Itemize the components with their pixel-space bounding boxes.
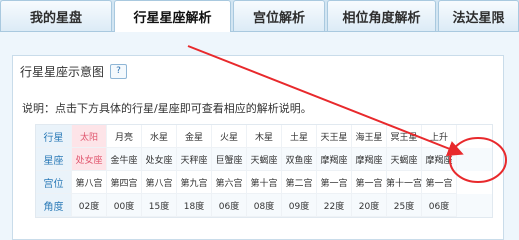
- degree-cell: 20度: [352, 194, 387, 217]
- degree-cell: 00度: [107, 194, 142, 217]
- sign-cell[interactable]: 金牛座: [107, 148, 142, 171]
- planet-cell[interactable]: 土星: [282, 125, 317, 148]
- degree-cell: 18度: [177, 194, 212, 217]
- house-cell[interactable]: 第六宫: [212, 171, 247, 194]
- house-cell[interactable]: 第一宫: [317, 171, 352, 194]
- house-row: 宫位 第八宫 第四宫 第八宫 第九宫 第六宫 第十宫 第二宫 第一宫 第一宫 第…: [36, 171, 492, 194]
- sign-cell[interactable]: 处女座: [142, 148, 177, 171]
- degree-row: 角度 02度 00度 15度 18度 06度 08度 09度 22度 20度 2…: [36, 194, 492, 217]
- degree-cell: 02度: [72, 194, 107, 217]
- panel-title: 行星星座示意图 ?: [20, 63, 128, 80]
- planet-cell[interactable]: 月亮: [107, 125, 142, 148]
- house-cell[interactable]: 第八宫: [142, 171, 177, 194]
- planet-cell[interactable]: 太阳: [72, 125, 107, 148]
- degree-cell: 08度: [247, 194, 282, 217]
- house-cell[interactable]: 第八宫: [72, 171, 107, 194]
- panel-title-text: 行星星座示意图: [20, 65, 105, 79]
- tab-house-analysis[interactable]: 宫位解析: [233, 0, 325, 31]
- planet-cell[interactable]: 冥王星: [387, 125, 422, 148]
- house-cell[interactable]: 第二宫: [282, 171, 317, 194]
- degree-cell: 06度: [422, 194, 457, 217]
- help-icon[interactable]: ?: [110, 64, 128, 79]
- description-text: 说明：点击下方具体的行星/星座即可查看相应的解析说明。: [22, 102, 312, 115]
- tab-bar: 我的星盘 行星星座解析 宫位解析 相位角度解析 法达星限: [0, 0, 519, 32]
- house-cell[interactable]: 第一宫: [422, 171, 457, 194]
- degree-cell: 09度: [282, 194, 317, 217]
- planet-row: 行星 太阳 月亮 水星 金星 火星 木星 土星 天王星 海王星 冥王星 上升: [36, 125, 492, 148]
- row-header-planet: 行星: [36, 125, 72, 148]
- sign-cell[interactable]: 处女座: [72, 148, 107, 171]
- house-cell[interactable]: 第九宫: [177, 171, 212, 194]
- house-cell[interactable]: 第四宫: [107, 171, 142, 194]
- planet-cell[interactable]: 水星: [142, 125, 177, 148]
- house-cell[interactable]: 第一宫: [352, 171, 387, 194]
- sign-cell[interactable]: 摩羯座: [317, 148, 352, 171]
- tab-planet-sign-analysis[interactable]: 行星星座解析: [114, 0, 231, 32]
- row-header-sign: 星座: [36, 148, 72, 171]
- tab-aspect-analysis[interactable]: 相位角度解析: [327, 0, 436, 31]
- sign-cell[interactable]: 天蝎座: [387, 148, 422, 171]
- house-cell[interactable]: 第十宫: [247, 171, 282, 194]
- planet-cell[interactable]: 天王星: [317, 125, 352, 148]
- sign-cell[interactable]: 天蝎座: [247, 148, 282, 171]
- degree-cell: 25度: [387, 194, 422, 217]
- degree-cell: 15度: [142, 194, 177, 217]
- tab-my-chart[interactable]: 我的星盘: [0, 0, 112, 31]
- row-header-house: 宫位: [36, 171, 72, 194]
- sign-cell[interactable]: 双鱼座: [282, 148, 317, 171]
- house-cell[interactable]: 第十一宫: [386, 171, 422, 194]
- planet-cell[interactable]: 海王星: [352, 125, 387, 148]
- planet-cell[interactable]: 火星: [212, 125, 247, 148]
- tab-firdaria[interactable]: 法达星限: [438, 0, 519, 31]
- planet-cell[interactable]: 木星: [247, 125, 282, 148]
- row-header-degree: 角度: [36, 194, 72, 217]
- sign-cell[interactable]: 摩羯座: [352, 148, 387, 171]
- sign-row: 星座 处女座 金牛座 处女座 天秤座 巨蟹座 天蝎座 双鱼座 摩羯座 摩羯座 天…: [36, 148, 492, 171]
- sign-cell[interactable]: 天秤座: [177, 148, 212, 171]
- degree-cell: 22度: [317, 194, 352, 217]
- planet-cell[interactable]: 上升: [422, 125, 457, 148]
- sign-cell[interactable]: 摩羯座: [422, 148, 457, 171]
- planet-sign-table: 行星 太阳 月亮 水星 金星 火星 木星 土星 天王星 海王星 冥王星 上升 星…: [35, 124, 493, 218]
- degree-cell: 06度: [212, 194, 247, 217]
- sign-cell[interactable]: 巨蟹座: [212, 148, 247, 171]
- planet-cell[interactable]: 金星: [177, 125, 212, 148]
